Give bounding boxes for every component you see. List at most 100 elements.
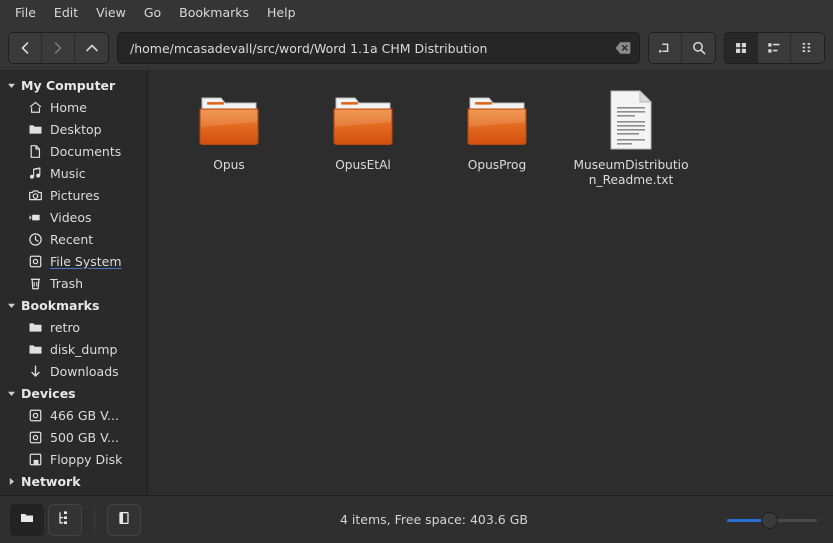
triangle-down-icon	[6, 80, 16, 90]
sidebar-item-label: Trash	[50, 275, 84, 291]
triangle-down-icon	[6, 388, 16, 398]
sidebar-item-label: 500 GB V...	[50, 429, 119, 445]
menu-go[interactable]: Go	[135, 2, 170, 24]
panel-icon	[116, 510, 132, 530]
path-input[interactable]: /home/mcasadevall/src/word/Word 1.1a CHM…	[130, 41, 613, 56]
home-icon	[27, 99, 43, 115]
sidebar-item-label: Floppy Disk	[50, 451, 123, 467]
file-label: Opus	[213, 158, 245, 172]
sidebar-item-volume-500gb[interactable]: 500 GB V...	[0, 426, 147, 448]
sidebar-item-label: 466 GB V...	[50, 407, 119, 423]
folder-icon	[27, 121, 43, 137]
folder-icon	[19, 510, 35, 530]
window-body: My Computer Home Desktop Documents Music…	[0, 70, 833, 495]
file-item-opusetal[interactable]: OpusEtAl	[296, 84, 430, 194]
side-panel-toggle-button[interactable]	[107, 503, 141, 536]
sidebar-mode-group	[10, 503, 82, 536]
video-camera-icon	[27, 209, 43, 225]
sidebar-item-desktop[interactable]: Desktop	[0, 118, 147, 140]
drive-icon	[27, 407, 43, 423]
menu-bar: File Edit View Go Bookmarks Help	[0, 0, 833, 26]
sidebar-item-recent[interactable]: Recent	[0, 228, 147, 250]
sidebar-item-label: disk_dump	[50, 341, 118, 357]
toolbar: /home/mcasadevall/src/word/Word 1.1a CHM…	[0, 26, 833, 70]
triangle-right-icon	[6, 476, 16, 486]
tree-view-button[interactable]	[48, 503, 82, 536]
up-button[interactable]	[75, 33, 108, 63]
file-item-opus[interactable]: Opus	[162, 84, 296, 194]
sidebar-item-label: Pictures	[50, 187, 100, 203]
list-view-button[interactable]	[758, 33, 791, 63]
file-item-opusprog[interactable]: OpusProg	[430, 84, 564, 194]
view-mode-button-group	[724, 32, 825, 64]
drive-icon	[27, 253, 43, 269]
path-entry[interactable]: /home/mcasadevall/src/word/Word 1.1a CHM…	[117, 32, 640, 64]
sidebar: My Computer Home Desktop Documents Music…	[0, 70, 148, 495]
compact-view-icon	[800, 40, 816, 56]
sidebar-item-home[interactable]: Home	[0, 96, 147, 118]
sidebar-item-file-system[interactable]: File System	[0, 250, 147, 272]
zoom-slider[interactable]	[727, 511, 817, 529]
sidebar-item-label: File System	[50, 253, 122, 269]
folder-icon	[27, 319, 43, 335]
menu-view[interactable]: View	[87, 2, 135, 24]
sidebar-item-trash[interactable]: Trash	[0, 272, 147, 294]
clear-backspace-icon[interactable]	[613, 38, 633, 58]
icon-view-button[interactable]	[725, 33, 758, 63]
sidebar-item-label: retro	[50, 319, 80, 335]
sidebar-group-bookmarks[interactable]: Bookmarks	[0, 294, 147, 316]
menu-file[interactable]: File	[6, 2, 45, 24]
path-search-button-group	[648, 32, 716, 64]
sidebar-group-devices[interactable]: Devices	[0, 382, 147, 404]
sidebar-group-label: Network	[21, 473, 81, 489]
sidebar-item-music[interactable]: Music	[0, 162, 147, 184]
floppy-icon	[27, 451, 43, 467]
sidebar-item-videos[interactable]: Videos	[0, 206, 147, 228]
file-item-readme-txt[interactable]: MuseumDistribution_Readme.txt	[564, 84, 698, 194]
sidebar-item-retro[interactable]: retro	[0, 316, 147, 338]
sidebar-group-my-computer[interactable]: My Computer	[0, 74, 147, 96]
sidebar-group-label: Bookmarks	[21, 297, 100, 313]
camera-icon	[27, 187, 43, 203]
sidebar-item-label: Home	[50, 99, 87, 115]
file-pane[interactable]: Opus OpusEtAl OpusProg MuseumDistributio…	[148, 70, 833, 495]
grid-view-icon	[733, 40, 749, 56]
file-label: MuseumDistribution_Readme.txt	[573, 158, 689, 187]
status-bar: 4 items, Free space: 403.6 GB	[0, 495, 833, 543]
sidebar-item-label: Desktop	[50, 121, 102, 137]
sidebar-item-floppy-disk[interactable]: Floppy Disk	[0, 448, 147, 470]
file-label: OpusEtAl	[335, 158, 391, 172]
sidebar-group-network[interactable]: Network	[0, 470, 147, 492]
sidebar-item-documents[interactable]: Documents	[0, 140, 147, 162]
search-button[interactable]	[682, 33, 715, 63]
music-note-icon	[27, 165, 43, 181]
menu-help[interactable]: Help	[258, 2, 305, 24]
sidebar-item-pictures[interactable]: Pictures	[0, 184, 147, 206]
places-view-button[interactable]	[10, 503, 44, 536]
clock-icon	[27, 231, 43, 247]
trash-icon	[27, 275, 43, 291]
chevron-left-icon	[17, 40, 33, 56]
path-entry-toggle-icon	[657, 40, 673, 56]
slider-handle[interactable]	[761, 511, 779, 529]
sidebar-item-downloads[interactable]: Downloads	[0, 360, 147, 382]
path-entry-toggle-button[interactable]	[649, 33, 682, 63]
file-label: OpusProg	[467, 158, 527, 172]
folder-icon	[27, 341, 43, 357]
search-icon	[691, 40, 707, 56]
back-button[interactable]	[9, 33, 42, 63]
forward-button	[42, 33, 75, 63]
tree-icon	[57, 510, 73, 530]
sidebar-item-disk-dump[interactable]: disk_dump	[0, 338, 147, 360]
list-view-icon	[766, 40, 782, 56]
triangle-down-icon	[6, 300, 16, 310]
sidebar-item-volume-466gb[interactable]: 466 GB V...	[0, 404, 147, 426]
status-separator	[94, 506, 95, 533]
compact-view-button[interactable]	[791, 33, 824, 63]
download-arrow-icon	[27, 363, 43, 379]
file-grid: Opus OpusEtAl OpusProg MuseumDistributio…	[162, 84, 833, 194]
folder-icon	[461, 88, 533, 152]
drive-icon	[27, 429, 43, 445]
menu-bookmarks[interactable]: Bookmarks	[170, 2, 258, 24]
menu-edit[interactable]: Edit	[45, 2, 87, 24]
